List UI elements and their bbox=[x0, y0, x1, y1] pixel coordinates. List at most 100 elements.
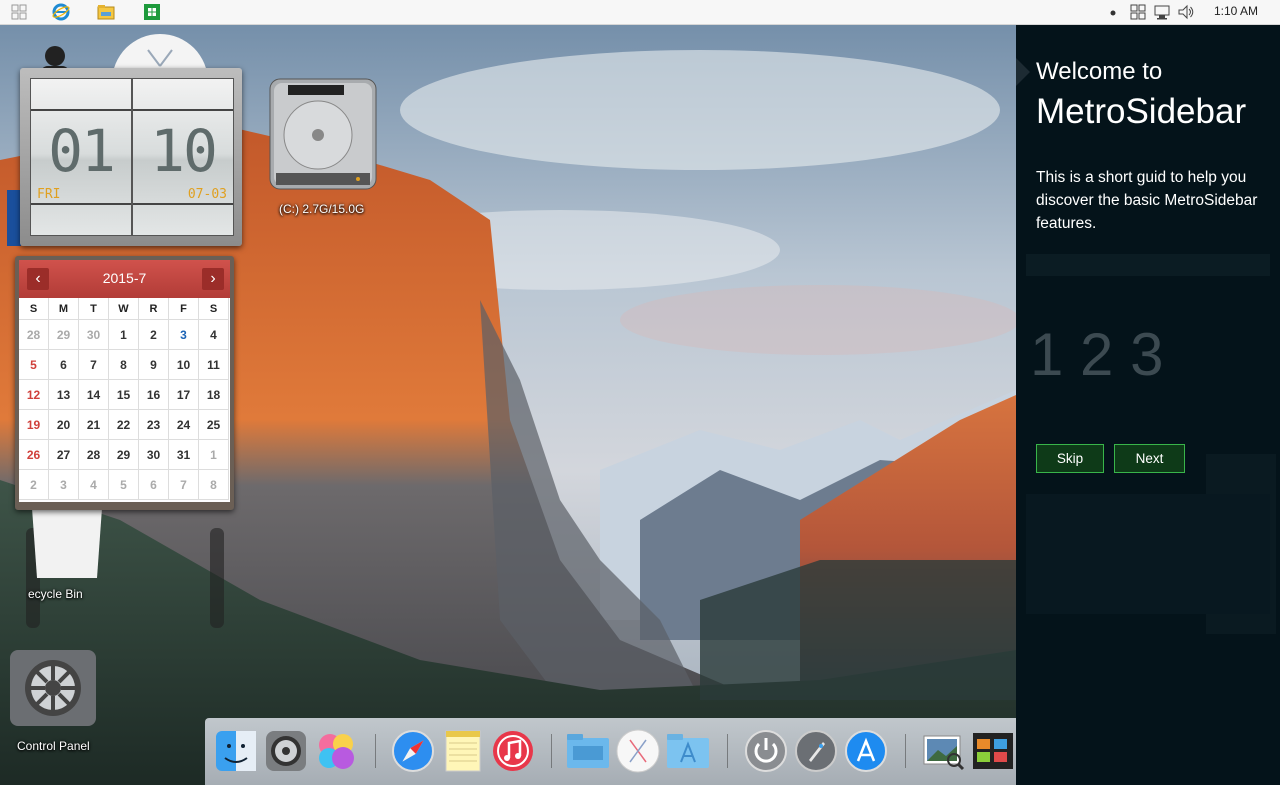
calendar-day[interactable]: 11 bbox=[199, 350, 229, 380]
calendar-day[interactable]: 27 bbox=[49, 440, 79, 470]
finder-icon[interactable] bbox=[213, 728, 259, 774]
drive-label[interactable]: (C:) 2.7G/15.0G bbox=[279, 202, 364, 216]
calendar-day[interactable]: 8 bbox=[199, 470, 229, 500]
clock-hour: 01 bbox=[48, 117, 116, 185]
dock-separator bbox=[551, 734, 552, 768]
calendar-widget: ‹ 2015-7 › S M T W R F S 28 29 30 1 2 3 4 5 6 7 8 9 10 11 12 1… bbox=[15, 256, 234, 510]
calendar-day[interactable]: 15 bbox=[109, 380, 139, 410]
calendar-day[interactable]: 17 bbox=[169, 380, 199, 410]
calendar-day[interactable]: 19 bbox=[19, 410, 49, 440]
calendar-day[interactable]: 10 bbox=[169, 350, 199, 380]
calendar-day[interactable]: 30 bbox=[79, 320, 109, 350]
calendar-day[interactable]: 24 bbox=[169, 410, 199, 440]
calendar-day[interactable]: 6 bbox=[139, 470, 169, 500]
clock-divider bbox=[133, 109, 233, 111]
calendar-day[interactable]: 29 bbox=[49, 320, 79, 350]
photo-booth-icon[interactable] bbox=[970, 728, 1016, 774]
dot-icon bbox=[1110, 10, 1116, 16]
calendar-day[interactable]: 4 bbox=[199, 320, 229, 350]
calendar-grid: S M T W R F S 28 29 30 1 2 3 4 5 6 7 8 9 10 11 12 13 14 15 16 17 18… bbox=[19, 298, 230, 502]
calendar-day[interactable]: 3 bbox=[49, 470, 79, 500]
explorer-icon[interactable] bbox=[97, 3, 115, 21]
calendar-day[interactable]: 3 bbox=[169, 320, 199, 350]
safari-icon[interactable] bbox=[390, 728, 436, 774]
clock-time[interactable]: 1:10 AM bbox=[1214, 4, 1258, 18]
clock-date: 07-03 bbox=[187, 187, 227, 202]
network-icon[interactable] bbox=[1153, 3, 1171, 21]
calendar-day[interactable]: 18 bbox=[199, 380, 229, 410]
clock-divider bbox=[133, 203, 233, 205]
calendar-day[interactable]: 25 bbox=[199, 410, 229, 440]
calendar-day[interactable]: 16 bbox=[139, 380, 169, 410]
calendar-day[interactable]: 21 bbox=[79, 410, 109, 440]
calendar-day[interactable]: 5 bbox=[19, 350, 49, 380]
sidebar-welcome: Welcome to bbox=[1036, 58, 1163, 85]
recycle-bin-label[interactable]: ecycle Bin bbox=[28, 587, 83, 601]
hard-drive-icon[interactable] bbox=[266, 77, 380, 195]
calendar-day[interactable]: 20 bbox=[49, 410, 79, 440]
calendar-day[interactable]: 13 bbox=[49, 380, 79, 410]
recycle-bin-icon[interactable] bbox=[22, 508, 232, 638]
control-panel-icon[interactable] bbox=[10, 650, 96, 726]
notes-icon[interactable] bbox=[440, 728, 486, 774]
calendar-day[interactable]: 9 bbox=[139, 350, 169, 380]
sidebar-digits: 1 2 3 bbox=[1030, 321, 1164, 388]
store-icon[interactable] bbox=[143, 3, 161, 21]
windows-icon[interactable] bbox=[1129, 3, 1147, 21]
clock-divider bbox=[31, 203, 131, 205]
calendar-day[interactable]: 6 bbox=[49, 350, 79, 380]
dock-separator bbox=[375, 734, 376, 768]
sidebar-ghost-panel bbox=[1026, 494, 1270, 614]
calendar-weekday: M bbox=[49, 298, 79, 320]
dock-separator bbox=[905, 734, 906, 768]
ie-icon[interactable] bbox=[52, 3, 70, 21]
calendar-day[interactable]: 12 bbox=[19, 380, 49, 410]
sidebar-title: MetroSidebar bbox=[1036, 92, 1247, 131]
partial-app-icon[interactable] bbox=[7, 190, 21, 246]
calendar-day[interactable]: 7 bbox=[79, 350, 109, 380]
taskbar: 1:10 AM bbox=[0, 0, 1280, 25]
launchpad-icon[interactable] bbox=[793, 728, 839, 774]
calendar-day[interactable]: 1 bbox=[199, 440, 229, 470]
calendar-day[interactable]: 28 bbox=[79, 440, 109, 470]
osx-icon[interactable] bbox=[615, 728, 661, 774]
preview-icon[interactable] bbox=[920, 728, 966, 774]
control-panel-label[interactable]: Control Panel bbox=[17, 739, 90, 753]
flip-clock-widget[interactable]: 01 FRI 10 07-03 bbox=[20, 68, 242, 246]
calendar-day[interactable]: 29 bbox=[109, 440, 139, 470]
calendar-day[interactable]: 8 bbox=[109, 350, 139, 380]
system-preferences-icon[interactable] bbox=[263, 728, 309, 774]
calendar-day[interactable]: 4 bbox=[79, 470, 109, 500]
calendar-header: ‹ 2015-7 › bbox=[19, 260, 230, 298]
calendar-day[interactable]: 2 bbox=[19, 470, 49, 500]
calendar-day[interactable]: 23 bbox=[139, 410, 169, 440]
calendar-day[interactable]: 1 bbox=[109, 320, 139, 350]
power-icon[interactable] bbox=[743, 728, 789, 774]
volume-icon[interactable] bbox=[1177, 3, 1195, 21]
next-button[interactable]: Next bbox=[1114, 444, 1185, 473]
sidebar-description: This is a short guid to help you discove… bbox=[1036, 169, 1258, 232]
calendar-day[interactable]: 31 bbox=[169, 440, 199, 470]
clock-day: FRI bbox=[37, 187, 61, 202]
calendar-day[interactable]: 30 bbox=[139, 440, 169, 470]
dock bbox=[205, 718, 1077, 785]
start-icon[interactable] bbox=[10, 3, 28, 21]
calendar-next-button[interactable]: › bbox=[202, 268, 224, 290]
calendar-day[interactable]: 26 bbox=[19, 440, 49, 470]
clock-minute: 10 bbox=[150, 117, 218, 185]
calendar-day[interactable]: 7 bbox=[169, 470, 199, 500]
hour-card: 01 FRI bbox=[30, 78, 132, 236]
metro-sidebar: Welcome to MetroSidebar This is a short … bbox=[1016, 24, 1280, 785]
applications-folder-icon[interactable] bbox=[665, 728, 711, 774]
calendar-day[interactable]: 5 bbox=[109, 470, 139, 500]
app-store-icon[interactable] bbox=[843, 728, 889, 774]
calendar-day[interactable]: 28 bbox=[19, 320, 49, 350]
itunes-icon[interactable] bbox=[490, 728, 536, 774]
calendar-day[interactable]: 2 bbox=[139, 320, 169, 350]
calendar-day[interactable]: 14 bbox=[79, 380, 109, 410]
folder-icon[interactable] bbox=[565, 728, 611, 774]
game-center-icon[interactable] bbox=[313, 728, 359, 774]
skip-button[interactable]: Skip bbox=[1036, 444, 1104, 473]
calendar-weekday: W bbox=[109, 298, 139, 320]
calendar-day[interactable]: 22 bbox=[109, 410, 139, 440]
